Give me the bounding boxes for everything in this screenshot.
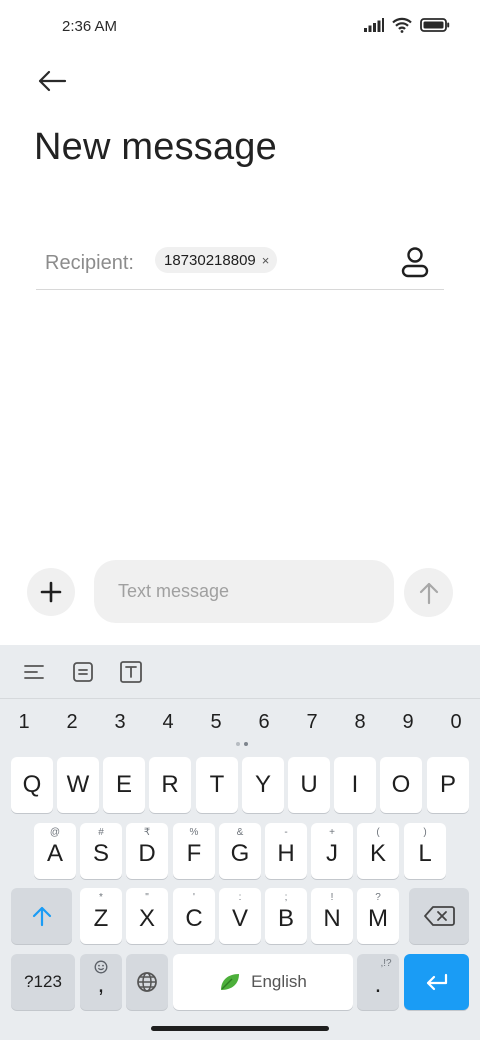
plus-icon xyxy=(40,581,62,603)
recipient-chip-number: 18730218809 xyxy=(164,251,256,269)
recipient-field[interactable]: Recipient: 18730218809 × xyxy=(36,240,444,290)
key-0[interactable]: 0 xyxy=(441,711,471,734)
key-n[interactable]: ! N xyxy=(311,888,353,944)
status-icons xyxy=(364,17,450,33)
key-i[interactable]: I xyxy=(334,757,376,813)
keyboard: 1 2 3 4 5 6 7 8 9 0 Q W E R T Y U I O P … xyxy=(0,645,480,1040)
text-message-input[interactable] xyxy=(94,560,394,623)
key-r[interactable]: R xyxy=(149,757,191,813)
globe-icon xyxy=(137,972,157,992)
key-v[interactable]: :V xyxy=(219,888,261,944)
space-key[interactable]: English xyxy=(173,954,353,1010)
key-m[interactable]: ? M xyxy=(357,888,399,944)
key-t[interactable]: T xyxy=(196,757,238,813)
key-f[interactable]: % F xyxy=(173,823,215,879)
align-left-icon[interactable] xyxy=(21,659,47,685)
chip-remove-icon[interactable]: × xyxy=(262,253,270,268)
send-button[interactable] xyxy=(404,568,453,617)
key-a[interactable]: @ A xyxy=(34,823,76,879)
key-7[interactable]: 7 xyxy=(297,711,327,734)
enter-key[interactable] xyxy=(404,954,469,1010)
contact-picker-button[interactable] xyxy=(400,246,430,278)
arrow-up-icon xyxy=(419,582,438,604)
wifi-icon xyxy=(392,17,412,33)
key-6[interactable]: 6 xyxy=(249,711,279,734)
keyboard-page-indicator xyxy=(236,742,248,746)
status-bar: 2:36 AM xyxy=(0,0,480,56)
page-title: New message xyxy=(34,126,277,168)
symbols-key[interactable]: ?123 xyxy=(11,954,75,1010)
shift-arrow-icon xyxy=(32,906,51,927)
key-c[interactable]: ' C xyxy=(173,888,215,944)
keyboard-toolbar xyxy=(0,645,480,699)
key-q[interactable]: Q xyxy=(11,757,53,813)
battery-icon xyxy=(420,18,450,32)
emoji-icon xyxy=(94,960,108,974)
key-p[interactable]: P xyxy=(427,757,469,813)
recipient-chip[interactable]: 18730218809 × xyxy=(155,247,278,273)
status-time: 2:36 AM xyxy=(62,18,118,35)
key-y[interactable]: Y xyxy=(242,757,284,813)
key-8[interactable]: 8 xyxy=(345,711,375,734)
key-3[interactable]: 3 xyxy=(105,711,135,734)
key-4[interactable]: 4 xyxy=(153,711,183,734)
document-icon[interactable] xyxy=(70,659,96,685)
key-1[interactable]: 1 xyxy=(9,711,39,734)
period-key[interactable]: ,!? . xyxy=(357,954,399,1010)
back-button[interactable] xyxy=(34,64,70,98)
key-j[interactable]: + J xyxy=(311,823,353,879)
backspace-key[interactable] xyxy=(409,888,469,944)
home-indicator[interactable] xyxy=(151,1026,329,1031)
text-format-icon[interactable] xyxy=(118,659,144,685)
key-l[interactable]: ) L xyxy=(404,823,446,879)
key-z[interactable]: * Z xyxy=(80,888,122,944)
key-e[interactable]: E xyxy=(103,757,145,813)
key-o[interactable]: O xyxy=(380,757,422,813)
emoji-comma-key[interactable]: , xyxy=(80,954,122,1010)
key-k[interactable]: (K xyxy=(357,823,399,879)
key-h[interactable]: -H xyxy=(265,823,307,879)
key-b[interactable]: ; B xyxy=(265,888,307,944)
add-attachment-button[interactable] xyxy=(27,568,75,616)
backspace-icon xyxy=(424,906,455,926)
person-icon xyxy=(401,247,429,278)
key-w[interactable]: W xyxy=(57,757,99,813)
key-s[interactable]: # S xyxy=(80,823,122,879)
shift-key[interactable] xyxy=(11,888,72,944)
key-d[interactable]: ₹ D xyxy=(126,823,168,879)
key-9[interactable]: 9 xyxy=(393,711,423,734)
language-key[interactable] xyxy=(126,954,168,1010)
key-2[interactable]: 2 xyxy=(57,711,87,734)
key-x[interactable]: " X xyxy=(126,888,168,944)
leaf-icon xyxy=(221,974,240,990)
key-u[interactable]: U xyxy=(288,757,330,813)
signal-icon xyxy=(364,18,384,32)
arrow-left-icon xyxy=(38,70,67,92)
key-g[interactable]: & G xyxy=(219,823,261,879)
recipient-label: Recipient: xyxy=(45,252,134,274)
key-5[interactable]: 5 xyxy=(201,711,231,734)
number-row: 1 2 3 4 5 6 7 8 9 0 xyxy=(0,705,480,741)
enter-icon xyxy=(426,973,447,991)
